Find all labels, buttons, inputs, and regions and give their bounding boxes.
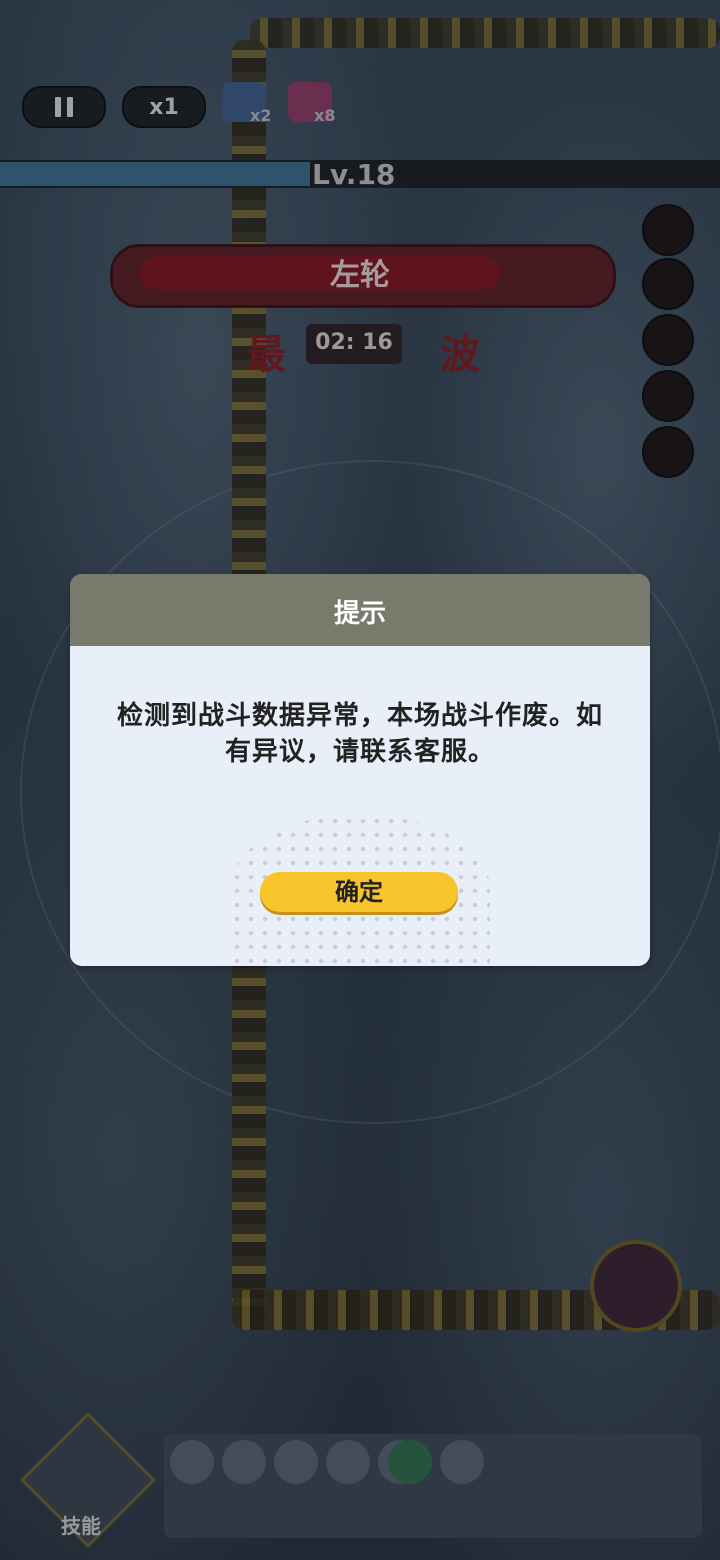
confirm-button[interactable]: 确定: [260, 872, 458, 912]
dialog-title: 提示: [333, 599, 386, 629]
dialog-message: 检测到战斗数据异常，本场战斗作废。如有异议，请联系客服。: [116, 701, 603, 767]
alert-dialog: 提示 检测到战斗数据异常，本场战斗作废。如有异议，请联系客服。 确定: [70, 574, 650, 966]
